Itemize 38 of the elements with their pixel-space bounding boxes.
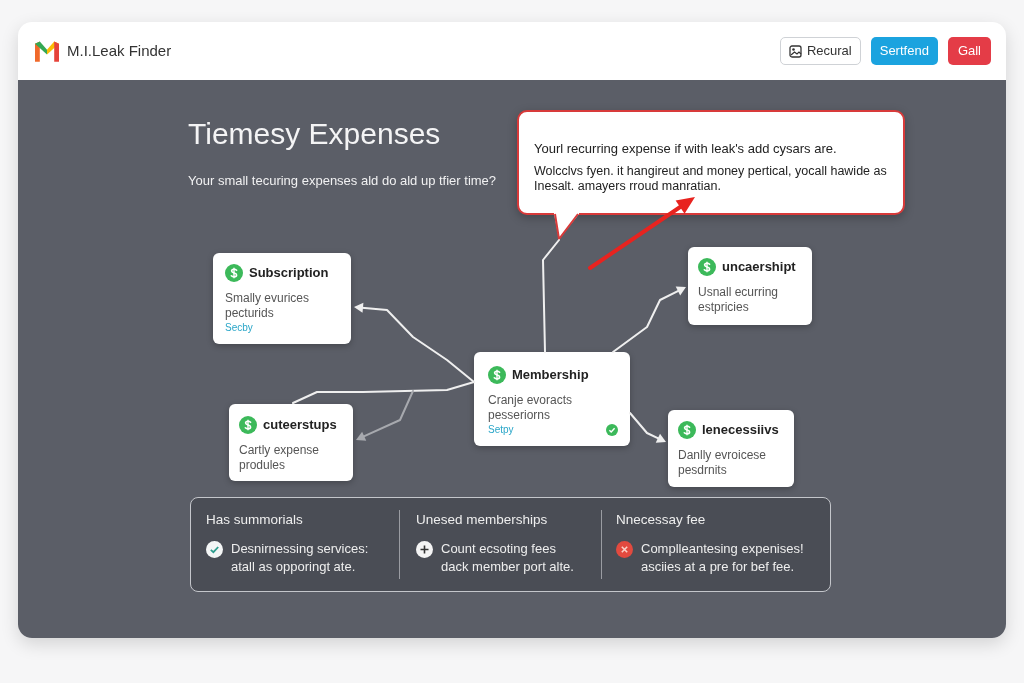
- node-description: Smally evurices pecturids: [225, 291, 311, 321]
- header-button[interactable]: Sertfend: [870, 37, 938, 65]
- dollar-icon: [225, 264, 243, 282]
- node-title: Membership: [512, 366, 589, 384]
- app-title: M.I.Leak Finder: [67, 40, 172, 61]
- dollar-icon: [698, 258, 716, 276]
- summary-text: Desnirnessing services: atall as opporingt ate.: [231, 540, 370, 576]
- callout-text: Wolcclvs fyen. it hangireut and money pertical, yocall hawide as Inesalt. amayers rroud manratian.: [534, 164, 888, 194]
- page-subtitle: Your small tecuring expenses ald do ald up tfier time?: [188, 172, 497, 190]
- node-description: Usnall ecurring estpricies: [698, 285, 780, 315]
- dollar-icon: [678, 421, 696, 439]
- logo-icon: [35, 39, 59, 63]
- node-title: cuteerstups: [263, 416, 337, 434]
- column-heading: Has summorials: [206, 511, 303, 529]
- plus-icon: [416, 541, 433, 558]
- header-button[interactable]: Gall: [947, 37, 991, 65]
- node-title: Subscription: [249, 264, 329, 282]
- summary-text: Count ecsoting fees dack member port alte.: [441, 540, 575, 576]
- cross-icon: [616, 541, 633, 558]
- node-description: Danlly evroicese pesdrnits: [678, 448, 768, 478]
- callout-heading: Yourl recurring expense if with leak's add cysars are.: [534, 140, 838, 158]
- node-description: Cartly expense produles: [239, 443, 321, 473]
- node-title: lenecessiivs: [702, 421, 779, 439]
- node-link[interactable]: Secby: [225, 322, 253, 334]
- dollar-icon: [239, 416, 257, 434]
- summary-text: Complleantesing expenises! asciies at a pre for bef fee.: [641, 540, 805, 576]
- connector-arrow: [629, 412, 666, 443]
- column-heading: Unesed memberships: [416, 511, 548, 529]
- node-link[interactable]: Setpy: [488, 424, 514, 436]
- node-title: uncaershipt: [722, 258, 796, 276]
- dollar-icon: [488, 366, 506, 384]
- connector-arrow: [356, 390, 414, 441]
- node-description: Cranje evoracts pesseriorns: [488, 393, 574, 423]
- header-button[interactable]: Recural: [779, 37, 861, 65]
- check-icon: [206, 541, 223, 558]
- image-icon: [788, 44, 802, 58]
- column-heading: Nnecessay fee: [616, 511, 706, 529]
- page-title: Tiemesy Expenses: [188, 116, 441, 152]
